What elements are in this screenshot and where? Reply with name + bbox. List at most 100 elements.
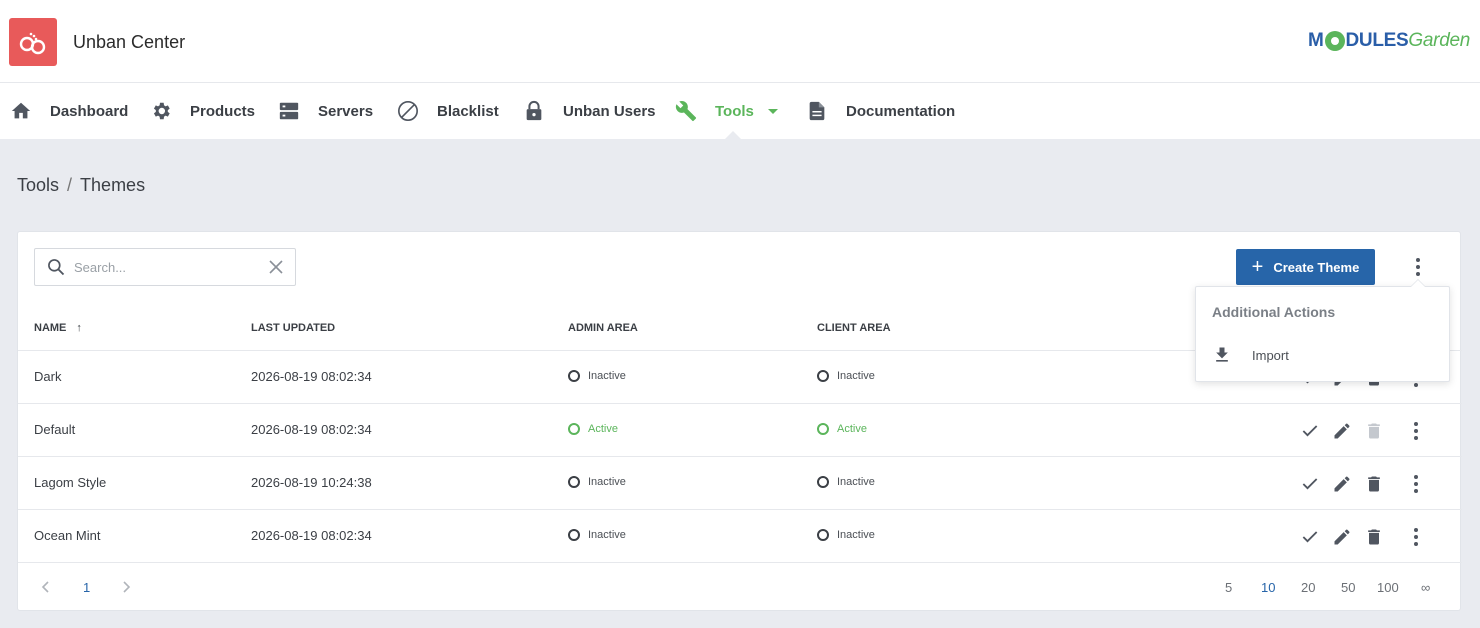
nav-label: Blacklist	[437, 102, 499, 120]
row-actions	[1298, 525, 1428, 549]
document-icon	[806, 100, 828, 122]
nav-item-servers[interactable]: Servers	[278, 83, 373, 139]
edit-pencil-icon[interactable]	[1330, 525, 1354, 549]
create-theme-button[interactable]: + Create Theme	[1236, 249, 1375, 285]
row-more-button[interactable]	[1404, 525, 1428, 549]
chevron-right-icon[interactable]	[120, 581, 132, 593]
brand-gear-icon	[1324, 31, 1345, 51]
dropdown-title: Additional Actions	[1212, 304, 1336, 320]
column-admin-area[interactable]: ADMIN AREA	[568, 322, 638, 334]
page-size-option[interactable]: 100	[1377, 580, 1399, 595]
table-row[interactable]: Ocean Mint 2026-08-19 08:02:34 Inactive …	[18, 510, 1462, 563]
brand-text-b: DULES	[1345, 30, 1409, 51]
import-label: Import	[1252, 347, 1289, 363]
last-updated: 2026-08-19 10:24:38	[251, 475, 372, 490]
status-circle-icon	[568, 423, 580, 435]
search-box	[34, 248, 296, 286]
nav-label: Dashboard	[50, 102, 129, 120]
close-icon[interactable]	[269, 260, 283, 274]
lock-icon	[523, 100, 545, 122]
status-circle-icon	[817, 476, 829, 488]
nav-label: Documentation	[846, 102, 956, 120]
column-last-updated[interactable]: LAST UPDATED	[251, 322, 335, 334]
client-status: Active	[817, 423, 867, 435]
chevron-down-icon	[767, 108, 778, 114]
breadcrumb-separator: /	[67, 175, 73, 195]
column-client-area[interactable]: CLIENT AREA	[817, 322, 891, 334]
client-status: Inactive	[817, 529, 875, 541]
nav-item-unban-users[interactable]: Unban Users	[523, 83, 656, 139]
table-row[interactable]: Default 2026-08-19 08:02:34 Active Activ…	[18, 404, 1462, 457]
home-icon	[10, 100, 32, 122]
brand-text-c: Garden	[1408, 30, 1470, 51]
nav-label: Servers	[318, 102, 374, 120]
sort-ascending-icon: ↑	[76, 322, 82, 334]
app-title: Unban Center	[73, 32, 186, 52]
block-icon	[397, 100, 419, 122]
additional-actions-dropdown: Additional Actions Import	[1195, 279, 1450, 382]
admin-status: Inactive	[568, 476, 626, 488]
page-number[interactable]: 1	[83, 580, 90, 595]
last-updated: 2026-08-19 08:02:34	[251, 422, 372, 437]
edit-pencil-icon[interactable]	[1330, 472, 1354, 496]
pagination: 1 5 10 20 50 100 ∞	[18, 563, 1462, 611]
status-circle-icon	[568, 529, 580, 541]
table-row[interactable]: Lagom Style 2026-08-19 10:24:38 Inactive…	[18, 457, 1462, 510]
page-size-option[interactable]: 20	[1301, 580, 1315, 595]
nav-item-blacklist[interactable]: Blacklist	[397, 83, 499, 139]
breadcrumb-parent[interactable]: Tools	[17, 175, 59, 196]
delete-trash-icon[interactable]	[1362, 472, 1386, 496]
admin-status: Inactive	[568, 529, 626, 541]
page-size-option-selected[interactable]: 10	[1261, 580, 1275, 595]
handcuffs-icon	[19, 32, 46, 55]
plus-icon: +	[1251, 256, 1264, 278]
gear-icon	[150, 100, 172, 122]
activate-check-icon[interactable]	[1298, 472, 1322, 496]
page-size-option[interactable]: 50	[1341, 580, 1355, 595]
search-input[interactable]	[74, 259, 264, 275]
more-actions-button[interactable]	[1408, 256, 1428, 278]
row-more-button[interactable]	[1404, 472, 1428, 496]
breadcrumb: Tools / Themes	[17, 175, 145, 196]
import-menu-item[interactable]: Import	[1212, 345, 1289, 365]
theme-name: Lagom Style	[34, 475, 107, 490]
app-logo[interactable]	[9, 18, 57, 66]
column-name-label: NAME	[34, 322, 67, 334]
active-nav-pointer	[725, 131, 741, 139]
status-circle-icon	[568, 476, 580, 488]
status-circle-icon	[817, 423, 829, 435]
column-name[interactable]: NAME ↑	[34, 322, 82, 334]
chevron-left-icon[interactable]	[40, 581, 52, 593]
modulesgarden-logo[interactable]: M DULES Garden	[1308, 30, 1470, 52]
page-size-option[interactable]: ∞	[1421, 580, 1430, 595]
row-more-button[interactable]	[1404, 419, 1428, 443]
server-icon	[278, 100, 300, 122]
activate-check-icon[interactable]	[1298, 525, 1322, 549]
breadcrumb-current: Themes	[80, 175, 146, 195]
client-status: Inactive	[817, 476, 875, 488]
page-size-option[interactable]: 5	[1225, 580, 1232, 595]
theme-name: Dark	[34, 369, 62, 384]
nav-item-dashboard[interactable]: Dashboard	[10, 83, 128, 139]
nav-item-products[interactable]: Products	[150, 83, 255, 139]
brand-text-a: M	[1307, 30, 1324, 51]
theme-name: Ocean Mint	[34, 528, 101, 543]
delete-trash-icon-disabled	[1362, 419, 1386, 443]
nav-label: Tools	[715, 102, 754, 120]
status-circle-icon	[817, 529, 829, 541]
edit-pencil-icon[interactable]	[1330, 419, 1354, 443]
admin-status: Active	[568, 423, 618, 435]
admin-status: Inactive	[568, 370, 626, 382]
nav-label: Unban Users	[563, 102, 656, 120]
top-bar: Unban Center M DULES Garden	[0, 0, 1480, 83]
nav-label: Products	[190, 102, 256, 120]
nav-item-documentation[interactable]: Documentation	[806, 83, 955, 139]
row-actions	[1298, 472, 1428, 496]
delete-trash-icon[interactable]	[1362, 525, 1386, 549]
status-circle-icon	[568, 370, 580, 382]
search-icon	[48, 259, 65, 276]
row-actions	[1298, 419, 1428, 443]
activate-check-icon[interactable]	[1298, 419, 1322, 443]
theme-name: Default	[34, 422, 76, 437]
wrench-icon	[675, 100, 697, 122]
